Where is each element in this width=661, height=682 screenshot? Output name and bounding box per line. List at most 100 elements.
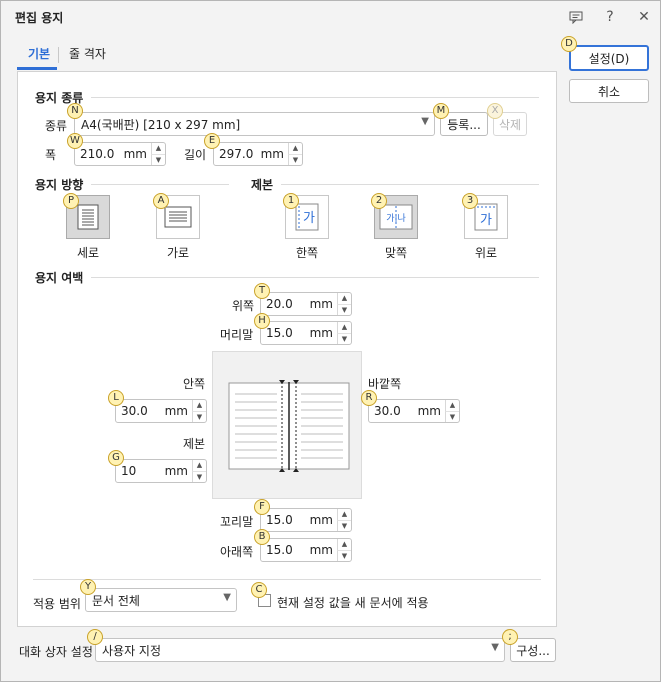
footer-margin-value: 15.0: [266, 513, 293, 527]
delete-button-label: 삭제: [498, 117, 522, 132]
spin-up-icon[interactable]: ▲: [192, 400, 206, 411]
portrait-label: 세로: [76, 246, 100, 260]
section-divider: [281, 184, 539, 185]
ok-button[interactable]: 설정(D): [569, 45, 649, 71]
spin-up-icon[interactable]: ▲: [288, 143, 302, 154]
cancel-button[interactable]: 취소: [569, 79, 649, 103]
spin-down-icon[interactable]: ▼: [337, 333, 351, 344]
spin-up-icon[interactable]: ▲: [337, 322, 351, 333]
configure-button[interactable]: 구성...: [510, 638, 556, 662]
footer-margin-label: 꼬리말: [220, 515, 254, 529]
spin-down-icon[interactable]: ▼: [151, 154, 165, 165]
binding-heading: 제본: [251, 178, 274, 192]
ok-button-label: 설정(D): [588, 51, 630, 66]
hotkey-badge-length: E: [204, 133, 220, 149]
gutter-margin-label: 제본: [183, 437, 206, 451]
margins-heading: 용지 여백: [35, 271, 84, 285]
outer-margin-spinner[interactable]: 30.0 mm ▲ ▼: [368, 399, 460, 423]
spin-down-icon[interactable]: ▼: [337, 550, 351, 561]
outer-margin-value: 30.0: [374, 404, 401, 418]
spin-down-icon[interactable]: ▼: [337, 520, 351, 531]
spin-up-icon[interactable]: ▲: [151, 143, 165, 154]
title-bar: 편집 용지 ? ✕: [1, 1, 660, 33]
unit-label: mm: [164, 404, 188, 418]
hotkey-badge-facing: 2: [371, 193, 387, 209]
bottom-margin-spinner[interactable]: 15.0 mm ▲ ▼: [260, 538, 352, 562]
apply-scope-value: 문서 전체: [92, 594, 140, 608]
unit-label: mm: [260, 147, 284, 161]
gutter-margin-spinner[interactable]: 10 mm ▲ ▼: [115, 459, 207, 483]
portrait-page-icon: [77, 204, 99, 230]
length-label: 길이: [184, 148, 207, 162]
paper-length-spinner[interactable]: 297.0 mm ▲ ▼: [213, 142, 303, 166]
spin-down-icon[interactable]: ▼: [192, 411, 206, 422]
unit-label: mm: [309, 513, 333, 527]
hotkey-badge-margin-top: T: [254, 283, 270, 299]
hotkey-badge-landscape: A: [153, 193, 169, 209]
bottom-margin-label: 아래쪽: [220, 545, 254, 559]
hotkey-badge-top: 3: [462, 193, 478, 209]
tab-basic[interactable]: 기본: [28, 45, 50, 62]
inner-margin-label: 안쪽: [183, 377, 206, 391]
section-divider: [33, 579, 541, 580]
configure-button-label: 구성...: [516, 643, 550, 658]
footer-margin-spinner[interactable]: 15.0 mm ▲ ▼: [260, 508, 352, 532]
spin-up-icon[interactable]: ▲: [337, 509, 351, 520]
spin-up-icon[interactable]: ▲: [337, 539, 351, 550]
paper-kind-select[interactable]: A4(국배판) [210 x 297 mm] ▼: [74, 112, 435, 136]
inner-margin-value: 30.0: [121, 404, 148, 418]
binding-top-label: 위로: [474, 246, 498, 260]
header-margin-label: 머리말: [220, 328, 254, 342]
inner-margin-spinner[interactable]: 30.0 mm ▲ ▼: [115, 399, 207, 423]
hotkey-badge-dialog: /: [87, 629, 103, 645]
hotkey-badge-kind: N: [67, 103, 83, 119]
section-divider: [91, 97, 539, 98]
cancel-button-label: 취소: [597, 84, 621, 99]
paper-width-spinner[interactable]: 210.0 mm ▲ ▼: [74, 142, 166, 166]
top-binding-icon: 가: [474, 203, 498, 231]
margin-top-spinner[interactable]: 20.0 mm ▲ ▼: [260, 292, 352, 316]
apply-to-new-doc-label: 현재 설정 값을 새 문서에 적용: [277, 596, 429, 610]
header-margin-spinner[interactable]: 15.0 mm ▲ ▼: [260, 321, 352, 345]
spin-up-icon[interactable]: ▲: [445, 400, 459, 411]
chevron-down-icon: ▼: [491, 642, 499, 653]
hotkey-badge-register: M: [433, 103, 449, 119]
comment-icon[interactable]: [564, 5, 588, 29]
landscape-label: 가로: [166, 246, 190, 260]
single-binding-icon: 가: [295, 203, 319, 231]
paper-kind-label: 종류: [45, 119, 68, 133]
hotkey-badge-header: H: [254, 313, 270, 329]
spin-down-icon[interactable]: ▼: [192, 471, 206, 482]
svg-text:가|나: 가|나: [386, 213, 406, 224]
hotkey-badge-ok: D: [561, 36, 577, 52]
apply-scope-label: 적용 범위: [33, 597, 81, 611]
landscape-page-icon: [164, 206, 192, 228]
width-label: 폭: [45, 148, 57, 162]
hotkey-badge-width: W: [67, 133, 83, 149]
tab-separator: [58, 47, 59, 63]
unit-label: mm: [309, 326, 333, 340]
spin-up-icon[interactable]: ▲: [192, 460, 206, 471]
bottom-margin-value: 15.0: [266, 543, 293, 557]
orientation-heading: 용지 방향: [35, 178, 84, 192]
spin-down-icon[interactable]: ▼: [445, 411, 459, 422]
hotkey-badge-bottom: B: [254, 529, 270, 545]
unit-label: mm: [123, 147, 147, 161]
help-icon[interactable]: ?: [598, 5, 622, 29]
hotkey-badge-configure: ;: [502, 629, 518, 645]
dialog-settings-select[interactable]: 사용자 지정 ▼: [95, 638, 505, 662]
tab-line-grid[interactable]: 줄 격자: [69, 45, 106, 62]
spin-down-icon[interactable]: ▼: [288, 154, 302, 165]
margin-preview: [212, 351, 362, 499]
hotkey-badge-footer: F: [254, 499, 270, 515]
close-icon[interactable]: ✕: [632, 5, 656, 29]
dialog-title: 편집 용지: [15, 11, 64, 25]
spin-up-icon[interactable]: ▲: [337, 293, 351, 304]
spin-down-icon[interactable]: ▼: [337, 304, 351, 315]
chevron-down-icon: ▼: [421, 116, 429, 127]
apply-scope-select[interactable]: 문서 전체 ▼: [85, 588, 237, 612]
svg-text:가: 가: [480, 213, 492, 228]
unit-label: mm: [309, 297, 333, 311]
hotkey-badge-single: 1: [283, 193, 299, 209]
binding-facing-label: 맞쪽: [384, 246, 408, 260]
